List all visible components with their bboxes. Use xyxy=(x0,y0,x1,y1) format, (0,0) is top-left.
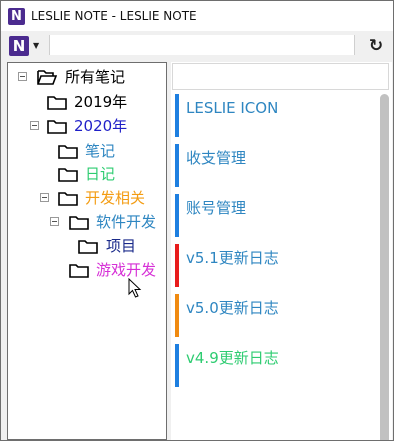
collapse-toggle-icon[interactable] xyxy=(18,72,27,81)
collapse-toggle-icon[interactable] xyxy=(30,121,39,130)
tree-item-label: 项目 xyxy=(106,237,137,255)
app-logo-icon: N xyxy=(8,8,25,25)
title-bar: N LESLIE NOTE - LESLIE NOTE xyxy=(1,1,393,31)
folder-icon xyxy=(69,264,89,278)
app-logo-icon: N xyxy=(9,36,29,56)
app-menu-button[interactable]: N ▼ xyxy=(8,35,44,57)
folder-icon xyxy=(47,96,67,110)
note-list-item[interactable]: 收支管理 xyxy=(175,144,375,187)
chevron-down-icon: ▼ xyxy=(33,41,40,50)
note-list-item[interactable]: LESLIE ICON xyxy=(175,94,375,137)
note-list-item[interactable]: v4.9更新日志 xyxy=(175,344,375,387)
scrollbar[interactable] xyxy=(380,94,389,440)
folder-open-icon xyxy=(37,70,57,85)
note-title: 收支管理 xyxy=(186,149,247,167)
note-color-bar xyxy=(175,94,179,137)
tree-item[interactable]: 日记 xyxy=(8,162,158,186)
note-list-item[interactable]: v5.1更新日志 xyxy=(175,244,375,287)
tree-item-label: 2019年 xyxy=(74,93,128,111)
collapse-toggle-icon[interactable] xyxy=(40,193,49,202)
folder-icon xyxy=(78,240,98,254)
folder-icon xyxy=(58,145,78,159)
tree-item-label: 2020年 xyxy=(74,117,128,135)
tree-item-label: 游戏开发 xyxy=(96,261,157,279)
tree-item[interactable]: 软件开发 xyxy=(8,210,158,234)
address-input[interactable] xyxy=(49,35,355,55)
tree-item[interactable]: 笔记 xyxy=(8,139,158,163)
folder-icon xyxy=(58,192,78,206)
note-color-bar xyxy=(175,244,179,287)
note-title: LESLIE ICON xyxy=(186,99,279,117)
note-title: v4.9更新日志 xyxy=(186,349,279,367)
mouse-cursor-icon xyxy=(128,278,142,298)
note-list-item[interactable]: v5.0更新日志 xyxy=(175,294,375,337)
note-color-bar xyxy=(175,294,179,337)
toolbar: N ▼ ↻ xyxy=(1,31,393,61)
refresh-icon: ↻ xyxy=(368,36,384,56)
note-color-bar xyxy=(175,194,179,237)
window-title: LESLIE NOTE - LESLIE NOTE xyxy=(31,9,197,23)
folder-icon xyxy=(69,216,89,230)
note-list-item[interactable]: 账号管理 xyxy=(175,194,375,237)
folder-icon xyxy=(58,168,78,182)
note-title: 账号管理 xyxy=(186,199,247,217)
notebook-tree: 所有笔记 2019年 2020年笔记日记开发相关软件开发项目游戏开发 xyxy=(7,62,167,440)
tree-item-label: 开发相关 xyxy=(85,189,146,207)
note-title: v5.1更新日志 xyxy=(186,249,279,267)
note-list-panel: LESLIE ICON 收支管理账号管理 v5.1更新日志 v5.0更新日志 v4.9更… xyxy=(171,62,392,440)
tree-item[interactable]: 所有笔记 xyxy=(8,65,158,89)
folder-icon xyxy=(47,120,67,134)
note-color-bar xyxy=(175,344,179,387)
tree-item[interactable]: 开发相关 xyxy=(8,186,158,210)
search-input[interactable] xyxy=(172,63,389,90)
tree-item-label: 日记 xyxy=(85,165,116,183)
tree-item-label: 所有笔记 xyxy=(65,68,126,86)
refresh-button[interactable]: ↻ xyxy=(365,36,387,56)
tree-item[interactable]: 项目 xyxy=(8,234,158,258)
tree-item[interactable]: 2020年 xyxy=(8,114,158,138)
note-color-bar xyxy=(175,144,179,187)
tree-item[interactable]: 2019年 xyxy=(8,90,158,114)
note-title: v5.0更新日志 xyxy=(186,299,279,317)
collapse-toggle-icon[interactable] xyxy=(50,217,59,226)
tree-item-label: 软件开发 xyxy=(96,213,157,231)
tree-item-label: 笔记 xyxy=(85,142,116,160)
